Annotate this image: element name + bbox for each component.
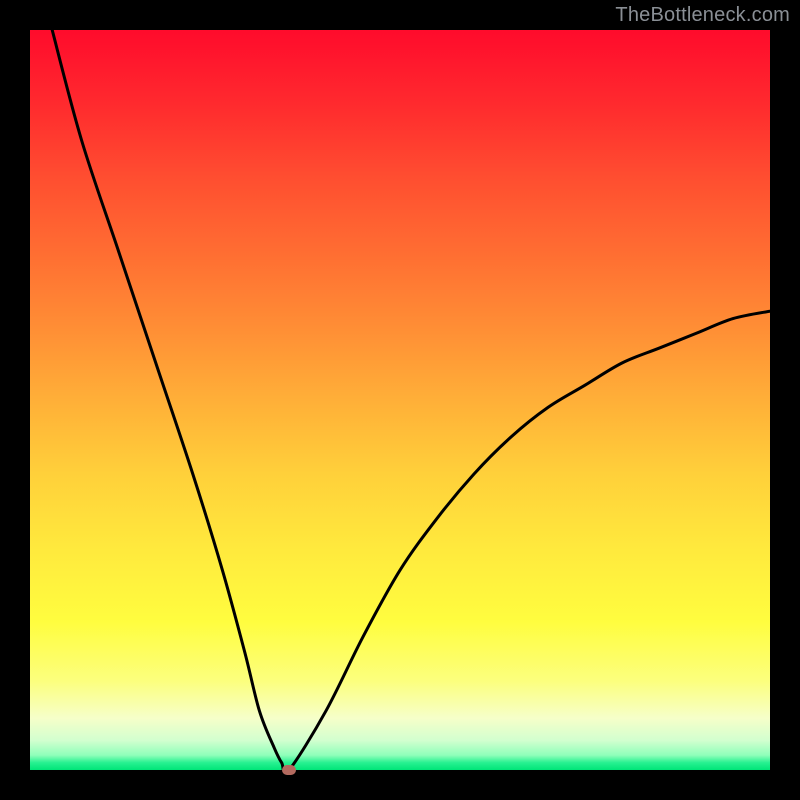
bottleneck-marker [282, 765, 296, 775]
curve-path [52, 30, 770, 770]
chart-frame: TheBottleneck.com [0, 0, 800, 800]
watermark: TheBottleneck.com [615, 4, 790, 27]
bottleneck-curve [30, 30, 770, 770]
plot-area [30, 30, 770, 770]
